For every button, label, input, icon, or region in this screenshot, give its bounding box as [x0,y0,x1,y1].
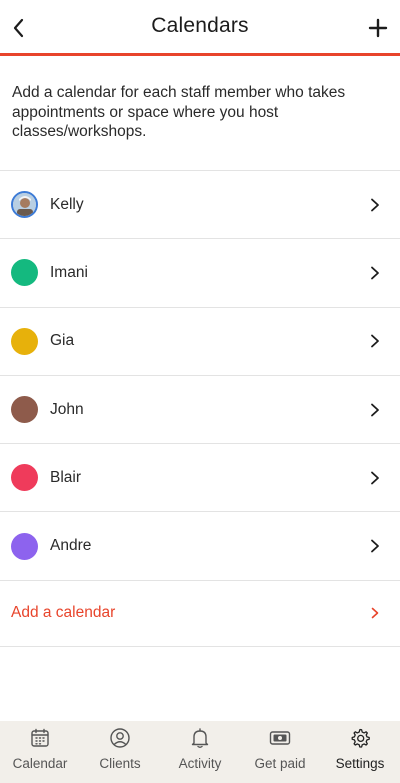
add-calendar-button[interactable] [366,14,390,42]
calendar-row-kelly[interactable]: Kelly [0,171,400,240]
calendar-row-blair[interactable]: Blair [0,444,400,513]
chevron-right-icon [370,403,380,417]
tab-label: Settings [335,756,385,771]
gear-icon [351,728,370,748]
calendar-name: Kelly [50,195,84,213]
chevron-right-icon [370,606,380,620]
tab-label: Clients [99,756,141,771]
tab-get-paid[interactable]: Get paid [240,721,320,783]
calendar-list: Kelly Imani Gia John Blair Andre Add a c… [0,170,400,647]
color-dot [11,259,38,287]
tab-calendar[interactable]: Calendar [0,721,80,783]
add-calendar-row[interactable]: Add a calendar [0,581,400,647]
calendar-row-imani[interactable]: Imani [0,239,400,308]
calendar-name: Imani [50,263,88,281]
intro-text: Add a calendar for each staff member who… [12,84,346,140]
tab-clients[interactable]: Clients [80,721,160,783]
color-dot [11,532,38,560]
tab-label: Activity [178,756,222,771]
add-calendar-label: Add a calendar [11,604,116,622]
calendar-name: John [50,400,84,418]
avatar [11,191,38,219]
top-bar: Calendars [0,0,400,56]
person-circle-icon [110,728,130,748]
calendar-row-andre[interactable]: Andre [0,512,400,581]
tab-settings[interactable]: Settings [320,721,400,783]
bell-icon [191,728,209,748]
page-title: Calendars [151,14,249,37]
calendar-row-john[interactable]: John [0,376,400,445]
plus-icon [368,18,388,38]
calendar-icon [31,728,49,747]
tab-label: Calendar [12,756,68,771]
calendar-row-gia[interactable]: Gia [0,308,400,376]
calendar-name: Andre [50,537,92,555]
chevron-right-icon [370,334,380,348]
calendar-name: Gia [50,332,75,350]
chevron-right-icon [370,471,380,485]
color-dot [11,396,38,424]
chevron-right-icon [370,198,380,212]
tab-label: Get paid [254,756,306,771]
tab-activity[interactable]: Activity [160,721,240,783]
bottom-tab-bar: Calendar Clients Activity Get paid Setti… [0,721,400,783]
chevron-right-icon [370,266,380,280]
money-icon [269,731,291,745]
color-dot [11,327,38,355]
chevron-right-icon [370,539,380,553]
avatar-photo-icon [13,193,36,217]
calendar-name: Blair [50,468,82,486]
color-dot [11,464,38,492]
